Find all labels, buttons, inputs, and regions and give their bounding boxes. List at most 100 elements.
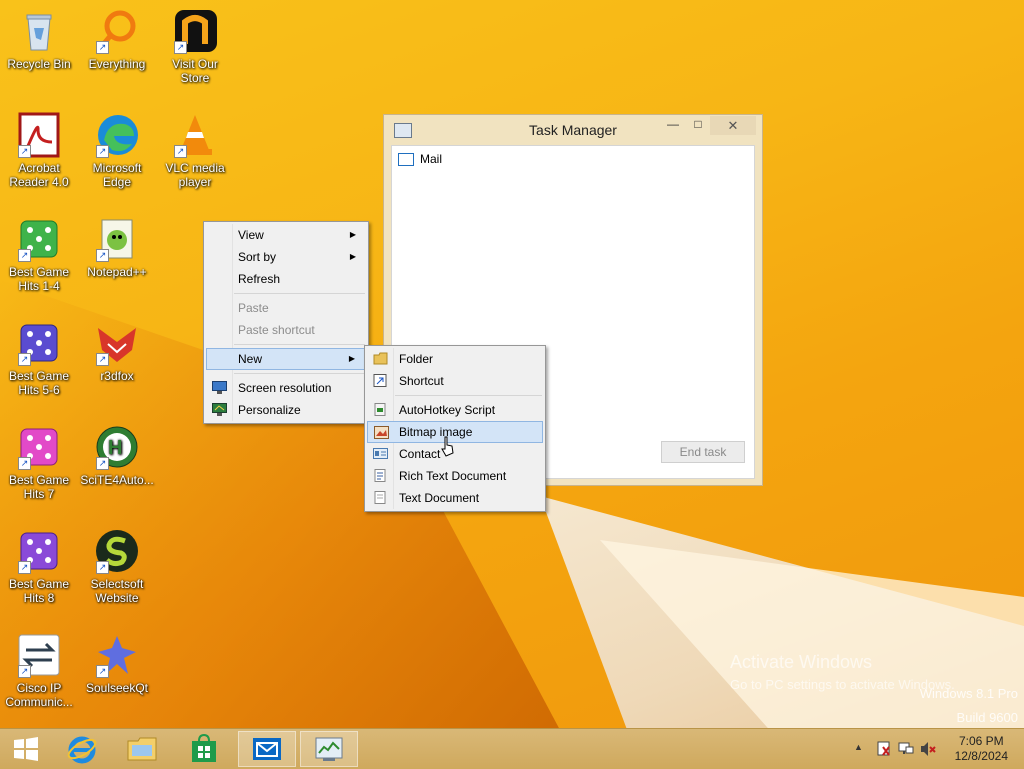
desktop-icon-notepadpp[interactable]: ↗ Notepad++ [80,216,154,279]
menu-item-personalize[interactable]: Personalize [206,399,366,421]
show-hidden-icons-button[interactable]: ▲ [854,742,863,752]
menu-item-label: Refresh [238,272,281,286]
desktop-icon-label: Best Game Hits 1-4 [8,265,70,293]
menu-item-label: Paste shortcut [238,323,315,337]
menu-item-label: Personalize [238,403,301,417]
submenu-arrow-icon: ▶ [348,354,355,363]
title-bar[interactable]: Task Manager — □ ✕ [384,115,762,145]
task-label: Mail [420,152,443,166]
store-bag-icon [192,734,216,762]
volume-muted-icon[interactable] [920,741,936,757]
rtf-icon [374,469,386,482]
notepadpp-icon: ↗ [94,216,140,262]
close-button[interactable]: ✕ [710,116,756,135]
recycle-bin-icon [16,8,62,54]
windows-build: Build 9600 [956,710,1018,725]
submenu-arrow-icon: ▶ [349,230,356,239]
menu-item-label: Shortcut [399,374,444,388]
desktop-icon-label: SoulseekQt [85,681,149,695]
taskbar-internet-explorer[interactable] [56,731,108,767]
submenu-item-folder[interactable]: Folder [367,348,543,370]
menu-item-new[interactable]: New ▶ [206,348,366,370]
menu-item-label: Folder [399,352,434,366]
menu-item-label: Paste [238,301,269,315]
menu-item-label: Sort by [238,250,277,264]
desktop-icon-everything[interactable]: ↗ Everything [80,8,154,71]
submenu-item-text-document[interactable]: Text Document [367,487,543,509]
taskbar: ▲ 7:06 PM 12/8/2024 [0,728,1024,769]
menu-item-view[interactable]: View ▶ [206,224,366,246]
minimize-button[interactable]: — [660,117,686,135]
r3dfox-icon: ↗ [94,320,140,366]
desktop-icon-vlc[interactable]: ↗ VLC media player [158,112,232,189]
menu-item-label: Rich Text Document [399,469,507,483]
clock[interactable]: 7:06 PM 12/8/2024 [955,734,1008,764]
shortcut-icon [373,374,387,387]
scite-icon: H ↗ [94,424,140,470]
desktop-icon-soulseekqt[interactable]: ↗ SoulseekQt [80,632,154,695]
menu-separator [234,344,365,345]
submenu-item-contact[interactable]: Contact [367,443,543,465]
selectsoft-icon: ↗ [94,528,140,574]
desktop-icon-acrobat-reader[interactable]: ↗ Acrobat Reader 4.0 [2,112,76,189]
dice-icon: ↗ [16,424,62,470]
clock-time: 7:06 PM [958,734,1004,748]
mail-icon [398,153,414,167]
menu-separator [234,373,365,374]
network-icon[interactable] [898,741,914,757]
desktop-icon-selectsoft-website[interactable]: ↗ Selectsoft Website [80,528,154,605]
mail-icon [253,738,281,760]
menu-item-screen-resolution[interactable]: Screen resolution [206,377,366,399]
desktop-icon-microsoft-edge[interactable]: ↗ Microsoft Edge [80,112,154,189]
menu-item-label: New [238,352,263,366]
desktop-icon-best-game-hits-7[interactable]: ↗ Best Game Hits 7 [2,424,76,501]
bitmap-icon [374,426,389,439]
desktop-icon-label: Best Game Hits 7 [8,473,70,501]
desktop-icon-label: Best Game Hits 5-6 [8,369,70,397]
new-submenu: Folder Shortcut AutoHotkey Script Bitmap… [364,345,546,512]
submenu-item-rich-text-document[interactable]: Rich Text Document [367,465,543,487]
menu-item-label: Bitmap image [399,425,473,439]
svg-text:H: H [108,437,122,459]
desktop-icon-recycle-bin[interactable]: Recycle Bin [2,8,76,71]
menu-item-label: Text Document [399,491,480,505]
submenu-item-bitmap-image[interactable]: Bitmap image [367,421,543,443]
dice-icon: ↗ [16,320,62,366]
desktop-icon-cisco-ip-communicator[interactable]: ↗ Cisco IP Communic... [2,632,76,709]
cisco-icon: ↗ [16,632,62,678]
maximize-button[interactable]: □ [685,117,711,135]
desktop-icon-best-game-hits-1-4[interactable]: ↗ Best Game Hits 1-4 [2,216,76,293]
desktop-icon-best-game-hits-5-6[interactable]: ↗ Best Game Hits 5-6 [2,320,76,397]
submenu-arrow-icon: ▶ [349,252,356,261]
everything-search-icon: ↗ [94,8,140,54]
task-row-mail[interactable]: Mail [398,152,443,167]
ie-icon [67,736,97,764]
taskbar-mail[interactable] [238,731,296,767]
menu-item-label: Contact [399,447,441,461]
desktop-icon-visit-our-store[interactable]: ↗ Visit Our Store [158,8,232,85]
menu-separator [395,395,542,396]
taskbar-store[interactable] [178,731,230,767]
monitor-icon [212,381,227,394]
menu-separator [234,293,365,294]
text-doc-icon [374,491,386,504]
desktop-icon-label: Microsoft Edge [92,161,142,189]
system-tray: ▲ 7:06 PM 12/8/2024 [854,729,1024,769]
menu-item-paste[interactable]: Paste [206,297,366,319]
taskbar-task-manager[interactable] [300,731,358,767]
end-task-button[interactable]: End task [661,441,745,463]
start-button[interactable] [0,731,52,767]
submenu-item-autohotkey-script[interactable]: AutoHotkey Script [367,399,543,421]
windows-edition: Windows 8.1 Pro [919,686,1018,701]
menu-item-sort-by[interactable]: Sort by ▶ [206,246,366,268]
folder-icon [373,352,388,365]
windows-logo-icon [14,737,38,761]
action-center-icon[interactable] [876,741,892,757]
desktop-icon-best-game-hits-8[interactable]: ↗ Best Game Hits 8 [2,528,76,605]
submenu-item-shortcut[interactable]: Shortcut [367,370,543,392]
desktop-icon-scite4autohotkey[interactable]: H ↗ SciTE4Auto... [80,424,154,487]
menu-item-refresh[interactable]: Refresh [206,268,366,290]
taskbar-file-explorer[interactable] [116,731,168,767]
menu-item-paste-shortcut[interactable]: Paste shortcut [206,319,366,341]
desktop-icon-r3dfox[interactable]: ↗ r3dfox [80,320,154,383]
